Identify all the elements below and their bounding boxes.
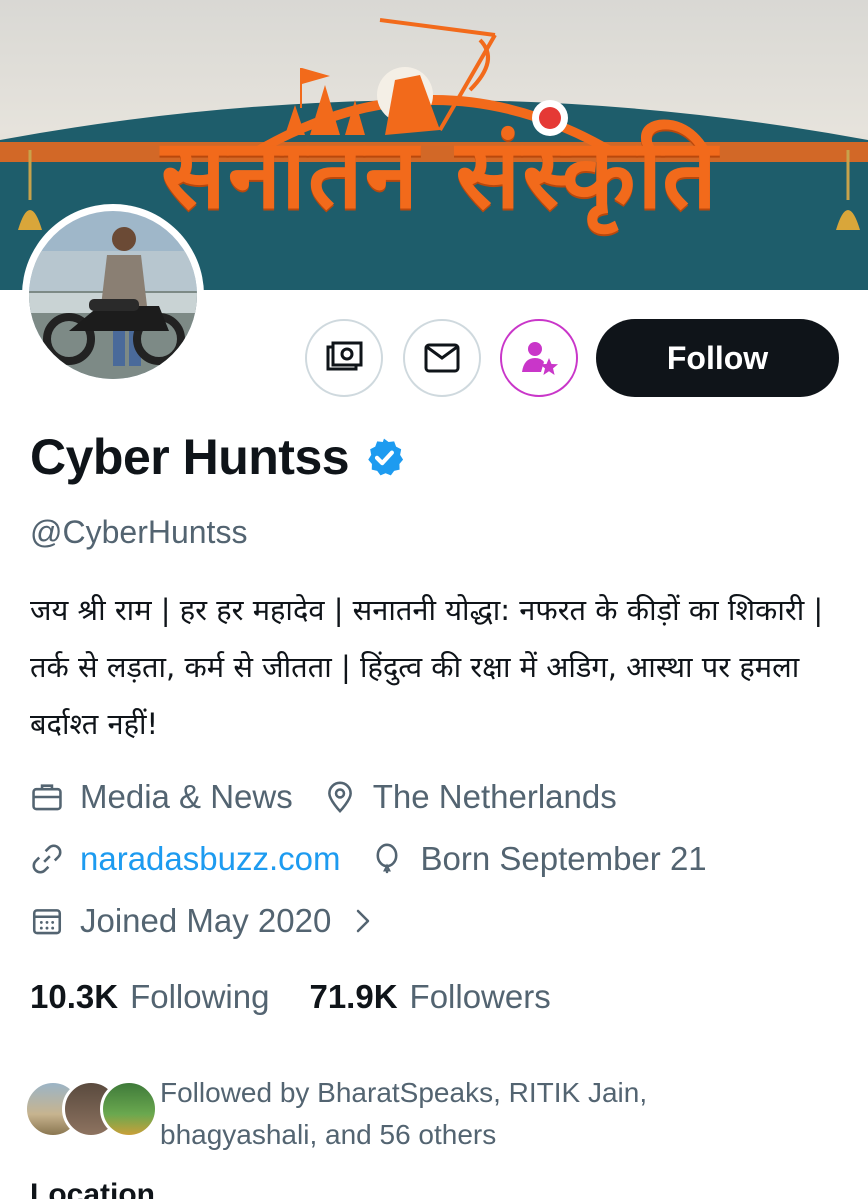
meta-row-1: Media & News The Netherlands xyxy=(30,778,617,816)
website-link[interactable]: naradasbuzz.com xyxy=(80,840,340,878)
followers-stat[interactable]: 71.9K Followers xyxy=(309,978,550,1016)
verified-badge-icon[interactable] xyxy=(363,436,405,478)
follower-avatar-3 xyxy=(100,1080,158,1138)
meta-row-3[interactable]: Joined May 2020 xyxy=(30,902,373,940)
followers-label: Followers xyxy=(409,978,551,1015)
followed-by-text: Followed by BharatSpeaks, RITIK Jain, bh… xyxy=(160,1077,648,1150)
birthday-text: Born September 21 xyxy=(420,840,707,877)
subscribe-button[interactable] xyxy=(500,319,578,397)
follow-button[interactable]: Follow xyxy=(596,319,839,397)
location-text: The Netherlands xyxy=(372,778,617,815)
follow-stats: 10.3K Following 71.9K Followers xyxy=(30,978,591,1016)
balloon-icon xyxy=(377,843,398,874)
category-text: Media & News xyxy=(80,778,293,815)
handle: @CyberHuntss xyxy=(30,514,248,550)
calendar-icon xyxy=(32,909,62,935)
person-star-icon xyxy=(522,342,558,375)
link-icon xyxy=(32,844,62,874)
avatar-photo xyxy=(29,211,197,379)
money-icon xyxy=(326,341,363,371)
location-section-heading: Location xyxy=(30,1178,155,1199)
avatar[interactable] xyxy=(22,204,204,386)
briefcase-icon xyxy=(32,784,62,811)
followed-by[interactable]: Followed by BharatSpeaks, RITIK Jain, bh… xyxy=(24,1072,760,1156)
bio: जय श्री राम | हर हर महादेव | सनातनी योद्… xyxy=(30,593,824,741)
meta-row-2: naradasbuzz.com Born September 21 xyxy=(30,840,707,878)
location-pin-icon xyxy=(327,781,352,814)
banner-title: सनातन संस्कृति xyxy=(160,118,719,230)
display-name: Cyber Huntss xyxy=(30,429,350,485)
name-row: Cyber Huntss xyxy=(30,428,405,486)
message-button[interactable] xyxy=(403,319,481,397)
chevron-right-icon xyxy=(357,909,370,933)
followers-count: 71.9K xyxy=(309,978,398,1015)
envelope-icon xyxy=(424,343,460,373)
following-label: Following xyxy=(130,978,270,1015)
following-count: 10.3K xyxy=(30,978,119,1015)
following-stat[interactable]: 10.3K Following xyxy=(30,978,269,1016)
follower-avatars xyxy=(24,1072,158,1138)
joined-text: Joined May 2020 xyxy=(80,902,332,939)
subscribe-money-button[interactable] xyxy=(305,319,383,397)
